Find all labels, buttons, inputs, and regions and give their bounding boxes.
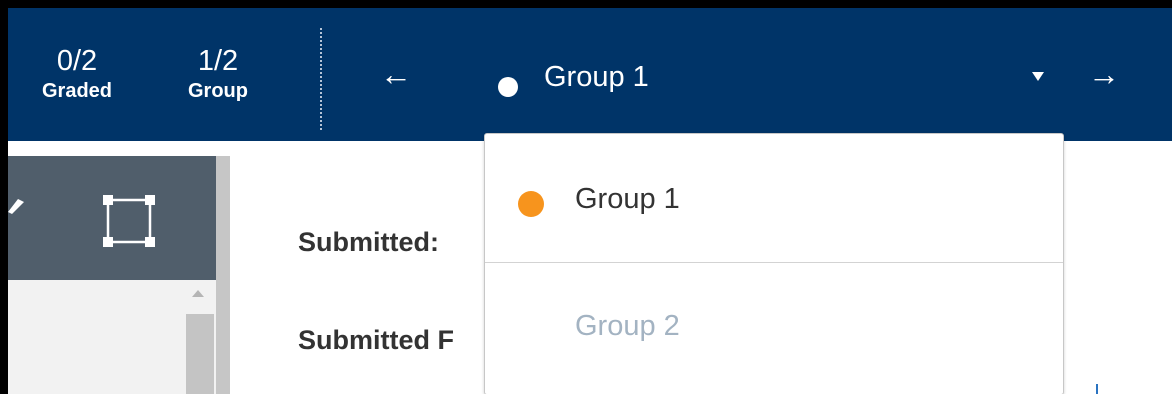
- group-status-dot: [498, 77, 518, 97]
- rectangle-select-icon[interactable]: [102, 194, 156, 248]
- scroll-up-icon[interactable]: [192, 290, 204, 297]
- selected-group-label: Group 1: [544, 61, 649, 93]
- panel-resize-handle[interactable]: [216, 156, 230, 394]
- annotation-toolbar: [8, 156, 216, 280]
- group-count: 1/2: [197, 45, 239, 77]
- pen-icon[interactable]: [8, 198, 26, 214]
- arrow-right-icon[interactable]: →: [1088, 54, 1120, 94]
- group-counter: 1/2 Group: [178, 44, 258, 104]
- group-label: Group: [188, 80, 248, 102]
- dropdown-option-group-1[interactable]: Group 1: [485, 134, 1063, 262]
- link-fragment: [1096, 384, 1098, 394]
- submitted-files-label: Submitted F: [298, 325, 454, 355]
- dropdown-option-group-2[interactable]: Group 2: [485, 263, 1063, 391]
- graded-count: 0/2: [56, 45, 98, 77]
- graded-label: Graded: [41, 80, 113, 102]
- grading-navbar: 0/2 Graded 1/2 Group ← Group 1 →: [8, 8, 1172, 141]
- viewer-scrollbar[interactable]: [186, 314, 214, 394]
- navbar-divider: [320, 28, 322, 130]
- option-label: Group 2: [575, 310, 680, 342]
- current-group-dot: [518, 191, 544, 217]
- group-dropdown-menu: Group 1 Group 2: [484, 133, 1064, 394]
- submitted-label: Submitted:: [298, 227, 439, 257]
- option-label: Group 1: [575, 183, 680, 215]
- document-viewer: [8, 280, 216, 394]
- arrow-left-icon[interactable]: ←: [380, 54, 412, 94]
- graded-counter: 0/2 Graded: [30, 44, 124, 104]
- grading-frame: 0/2 Graded 1/2 Group ← Group 1 → Submitt…: [8, 8, 1172, 394]
- group-select-dropdown[interactable]: Group 1: [494, 54, 1056, 98]
- caret-down-icon[interactable]: [1032, 72, 1044, 81]
